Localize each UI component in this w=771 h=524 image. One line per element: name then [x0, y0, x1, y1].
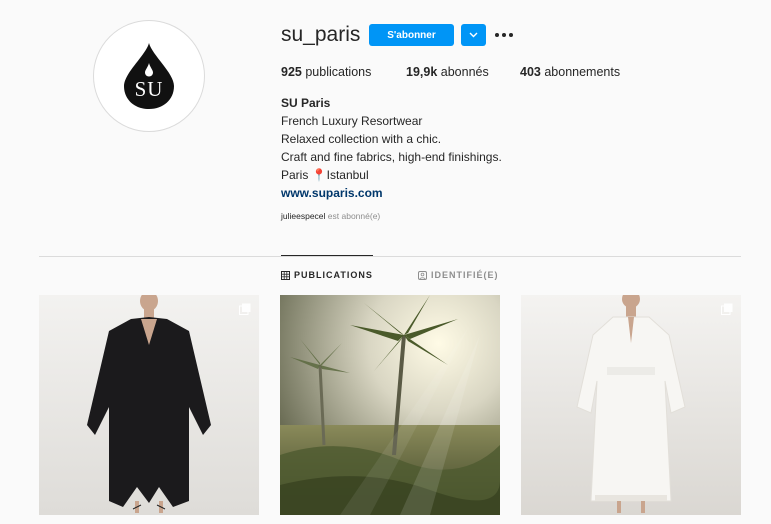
- profile-username: su_paris: [281, 23, 361, 46]
- post-thumbnail-black-dress[interactable]: [39, 295, 259, 515]
- tab-publications-label: PUBLICATIONS: [294, 270, 373, 280]
- post-thumbnail-white-dress[interactable]: [521, 295, 741, 515]
- tab-publications[interactable]: PUBLICATIONS: [281, 270, 373, 280]
- followed-by[interactable]: julieespecel est abonné(e): [281, 211, 380, 221]
- tag-icon: [418, 270, 427, 280]
- grid-icon: [281, 270, 290, 280]
- tab-tagged[interactable]: IDENTIFIÉ(E): [418, 270, 499, 280]
- chevron-down-icon: [469, 32, 478, 38]
- post-thumbnail-palm-trees[interactable]: [280, 295, 500, 515]
- palm-trees-photo: [280, 295, 500, 515]
- multiple-posts-icon: [721, 303, 733, 315]
- following-label: abonnements: [544, 65, 621, 79]
- bio-line: Relaxed collection with a chic.: [281, 132, 442, 146]
- white-dress-photo: [521, 295, 741, 515]
- profile-full-name: SU Paris: [281, 96, 331, 110]
- bio-line: Paris 📍Istanbul: [281, 168, 369, 182]
- more-options-button[interactable]: [494, 27, 514, 43]
- tab-tagged-label: IDENTIFIÉ(E): [431, 270, 499, 280]
- profile-avatar[interactable]: SU: [93, 20, 205, 132]
- bio-line: Craft and fine fabrics, high-end finishi…: [281, 150, 502, 164]
- profile-bio: SU Paris French Luxury Resortwear Relaxe…: [281, 94, 502, 202]
- follow-button[interactable]: S'abonner: [369, 24, 454, 46]
- active-tab-indicator: [281, 255, 373, 256]
- avatar-text: SU: [134, 77, 164, 101]
- followers-stat[interactable]: 19,9k abonnés: [406, 65, 489, 79]
- following-count: 403: [520, 65, 541, 79]
- black-dress-photo: [39, 295, 259, 515]
- posts-label: publications: [305, 65, 372, 79]
- suggestions-dropdown-button[interactable]: [461, 24, 486, 46]
- followers-count: 19,9k: [406, 65, 438, 79]
- website-link[interactable]: www.suparis.com: [281, 184, 502, 202]
- su-paris-logo: SU: [122, 41, 176, 111]
- followers-label: abonnés: [440, 65, 489, 79]
- posts-count: 925: [281, 65, 302, 79]
- following-stat[interactable]: 403 abonnements: [520, 65, 620, 79]
- more-options-icon: [495, 33, 499, 37]
- posts-stat: 925 publications: [281, 65, 371, 79]
- followed-by-text: est abonné(e): [327, 211, 381, 221]
- bio-line: French Luxury Resortwear: [281, 114, 423, 128]
- followed-by-user: julieespecel: [281, 211, 326, 221]
- multiple-posts-icon: [239, 303, 251, 315]
- tabs-divider: [39, 256, 741, 257]
